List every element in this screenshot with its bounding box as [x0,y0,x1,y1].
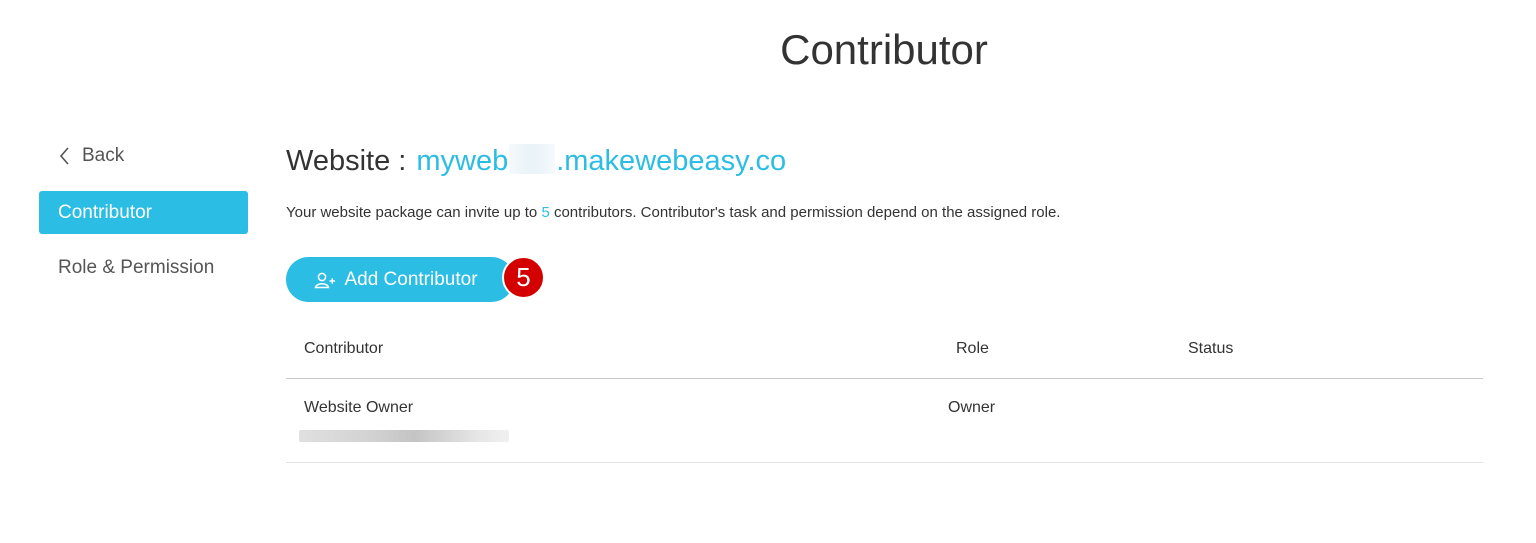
row-contributor-email-redacted [299,430,509,442]
sidebar-item-label: Contributor [58,201,152,223]
chevron-left-icon [59,147,69,165]
sidebar-item-label: Role & Permission [58,256,215,278]
intro-text: Your website package can invite up to 5 … [286,204,1060,221]
page-title: Contributor [780,26,988,73]
contributor-limit: 5 [541,204,550,221]
sidebar-item-role-permission[interactable]: Role & Permission [39,246,248,289]
intro-before: Your website package can invite up to [286,204,542,221]
website-domain: .makewebeasy.co [556,145,787,177]
intro-after: contributors. Contributor's task and per… [549,204,1061,221]
website-name-start: myweb [416,145,509,177]
row-contributor-role: Owner [948,399,996,416]
step-number-badge: 5 [502,256,545,299]
sidebar-item-contributor[interactable]: Contributor [39,191,248,234]
website-prefix: Website : [286,145,407,177]
table-header-divider [286,378,1483,379]
add-user-icon [315,272,336,288]
add-contributor-label: Add Contributor [344,268,478,290]
column-header-status: Status [1188,340,1234,357]
column-header-contributor: Contributor [304,340,384,357]
back-link[interactable]: Back [58,142,124,170]
column-header-role: Role [956,340,989,357]
website-heading: Website : myweb .makewebeasy.co [286,140,786,178]
add-contributor-button[interactable]: Add Contributor [286,257,514,302]
table-row-divider [286,462,1483,463]
website-name-redacted [509,144,556,174]
back-label: Back [82,145,125,166]
row-contributor-name: Website Owner [304,399,414,416]
